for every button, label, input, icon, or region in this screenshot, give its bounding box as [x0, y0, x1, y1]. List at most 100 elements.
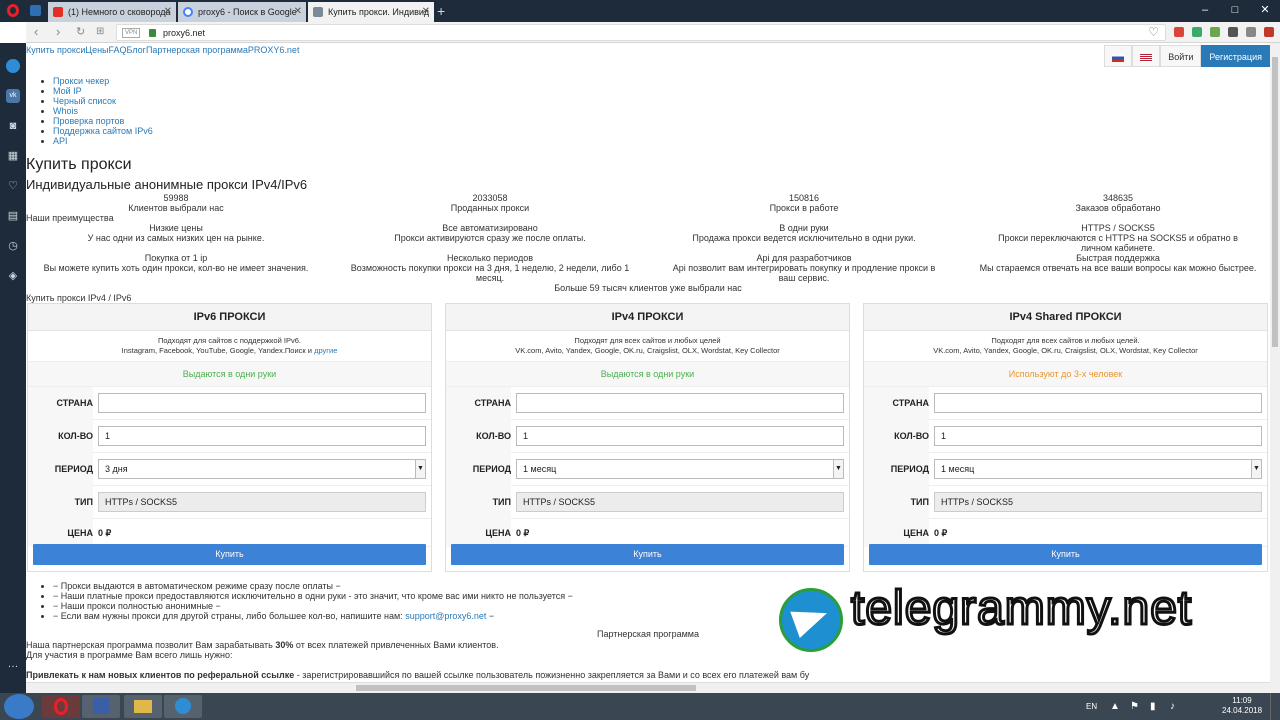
login-button[interactable]: Войти — [1160, 45, 1202, 67]
maximize-button[interactable]: □ — [1220, 0, 1250, 22]
volume-icon[interactable]: ♪ — [1170, 693, 1175, 720]
qty-input[interactable]: 1 — [934, 426, 1262, 446]
buy-button[interactable]: Купить — [869, 544, 1262, 565]
top-nav-link[interactable]: Купить проксиЦеныFAQБлогПартнерская прог… — [26, 45, 299, 55]
menu-link[interactable]: Поддержка сайтом IPv6 — [53, 126, 153, 136]
scrollbar-thumb[interactable] — [1272, 57, 1278, 347]
clock-time: 11:09 — [1232, 696, 1252, 705]
lang-en-button[interactable] — [1132, 45, 1161, 67]
buy-button[interactable]: Купить — [33, 544, 426, 565]
bookmark-heart-icon[interactable]: ♡ — [1148, 25, 1159, 40]
buy-button[interactable]: Купить — [451, 544, 844, 565]
country-select[interactable] — [516, 393, 844, 413]
period-value: 3 дня — [105, 464, 128, 474]
tab-label: (1) Немного о сковорода — [68, 7, 171, 17]
stat-label: Проданных прокси — [450, 203, 530, 213]
flag-tray-icon[interactable]: ⚑ — [1130, 693, 1139, 720]
more-icon[interactable]: … — [6, 657, 20, 671]
back-arrow-icon[interactable]: ‹ — [34, 24, 38, 40]
heart-sidebar-icon[interactable]: ♡ — [6, 179, 20, 193]
history-icon[interactable]: ◷ — [6, 239, 20, 253]
menu-item: Мой IP — [53, 86, 153, 96]
register-button[interactable]: Регистрация — [1201, 45, 1270, 67]
close-tab-icon[interactable]: ✕ — [294, 2, 302, 22]
start-button[interactable] — [4, 694, 34, 719]
tab-proxy6[interactable]: Купить прокси. Индивид ✕ — [308, 2, 434, 22]
vertical-scrollbar[interactable] — [1270, 43, 1280, 693]
speed-dial-icon[interactable]: ⊞ — [96, 24, 104, 40]
info-bullets: − Прокси выдаются в автоматическом режим… — [53, 581, 573, 621]
card-note: Выдаются в одни руки — [446, 362, 849, 387]
minimize-button[interactable]: – — [1190, 0, 1220, 22]
period-row: ПЕРИОД 1 месяц ▼ — [446, 453, 849, 486]
lang-ru-button[interactable] — [1104, 45, 1133, 67]
speed-dial-sidebar-icon[interactable]: ▦ — [6, 149, 20, 163]
qty-input[interactable]: 1 — [516, 426, 844, 446]
menu-link[interactable]: Whois — [53, 106, 78, 116]
opera-menu-button[interactable] — [0, 0, 26, 22]
country-select[interactable] — [934, 393, 1262, 413]
telegram-icon[interactable] — [6, 59, 20, 73]
card-description: Подходят для всех сайтов и любых целей. V… — [864, 331, 1267, 362]
extension-icon[interactable] — [1246, 27, 1256, 37]
extension-icon[interactable] — [1228, 27, 1238, 37]
opera-logo-icon — [54, 698, 68, 715]
top-nav-links[interactable]: Купить проксиЦеныFAQБлогПартнерская прог… — [26, 45, 299, 55]
extension-icon[interactable] — [1210, 27, 1220, 37]
language-indicator[interactable]: EN — [1086, 693, 1097, 720]
clock[interactable]: 11:09 24.04.2018 — [1222, 696, 1262, 716]
extensions-icon[interactable]: ◈ — [6, 269, 20, 283]
info-bullet: − Наши платные прокси предоставляются ис… — [53, 591, 573, 601]
tray-up-icon[interactable]: ▲ — [1110, 693, 1120, 720]
taskbar-opera-icon[interactable] — [42, 695, 80, 718]
vk-icon[interactable]: vk — [6, 89, 20, 103]
url-text: proxy6.net — [163, 28, 206, 38]
tab-youtube[interactable]: (1) Немного о сковорода ✕ — [48, 2, 176, 22]
tab-google[interactable]: proxy6 - Поиск в Google ✕ — [178, 2, 306, 22]
period-select[interactable]: 1 месяц ▼ — [934, 459, 1262, 479]
horizontal-scrollbar[interactable] — [26, 682, 1270, 693]
advantage-title: Несколько периодов — [446, 253, 534, 263]
extension-icon[interactable] — [1192, 27, 1202, 37]
scrollbar-thumb[interactable] — [356, 685, 696, 691]
support-email-link[interactable]: support@proxy6.net — [405, 611, 486, 621]
new-tab-button[interactable]: + — [437, 3, 445, 19]
period-select[interactable]: 3 дня ▼ — [98, 459, 426, 479]
extension-icon[interactable] — [1174, 27, 1184, 37]
close-tab-icon[interactable]: ✕ — [422, 2, 430, 22]
floppy-icon — [93, 698, 109, 714]
pinned-tab-icon[interactable] — [30, 5, 41, 16]
menu-link[interactable]: Прокси чекер — [53, 76, 109, 86]
close-tab-icon[interactable]: ✕ — [164, 2, 172, 22]
period-select[interactable]: 1 месяц ▼ — [516, 459, 844, 479]
reload-icon[interactable]: ↻ — [76, 24, 85, 40]
lock-icon[interactable] — [149, 29, 156, 37]
advantage-text: Вы можете купить хоть один прокси, кол-в… — [43, 263, 309, 273]
others-link[interactable]: другие — [314, 346, 337, 355]
forward-arrow-icon[interactable]: › — [56, 24, 60, 40]
close-window-button[interactable]: ✕ — [1250, 0, 1280, 22]
stat-clients: 59988 Клиентов выбрали нас — [76, 193, 276, 213]
vpn-badge[interactable]: VPN — [122, 28, 141, 38]
qty-input[interactable]: 1 — [98, 426, 426, 446]
menu-link[interactable]: Мой IP — [53, 86, 82, 96]
address-bar-row: ‹ › ↻ ⊞ VPN proxy6.net ♡ — [26, 22, 1280, 43]
show-desktop-button[interactable] — [1270, 693, 1280, 720]
price-row: ЦЕНА 0 ₽ — [28, 519, 431, 547]
network-icon[interactable]: ▮ — [1150, 693, 1156, 720]
news-icon[interactable]: ▤ — [6, 209, 20, 223]
menu-link[interactable]: Проверка портов — [53, 116, 124, 126]
taskbar-save-icon[interactable] — [82, 695, 120, 718]
menu-link[interactable]: Черный список — [53, 96, 116, 106]
menu-link[interactable]: API — [53, 136, 68, 146]
url-field[interactable]: VPN proxy6.net ♡ — [116, 24, 1166, 41]
extension-icon[interactable] — [1264, 27, 1274, 37]
taskbar-explorer-icon[interactable] — [124, 695, 162, 718]
menu-item: Проверка портов — [53, 116, 153, 126]
camera-icon[interactable]: ◙ — [6, 119, 20, 133]
folder-icon — [134, 700, 152, 713]
type-field: HTTPs / SOCKS5 — [934, 492, 1262, 512]
russia-flag-icon — [1112, 53, 1125, 62]
taskbar-telegram-icon[interactable] — [164, 695, 202, 718]
country-select[interactable] — [98, 393, 426, 413]
